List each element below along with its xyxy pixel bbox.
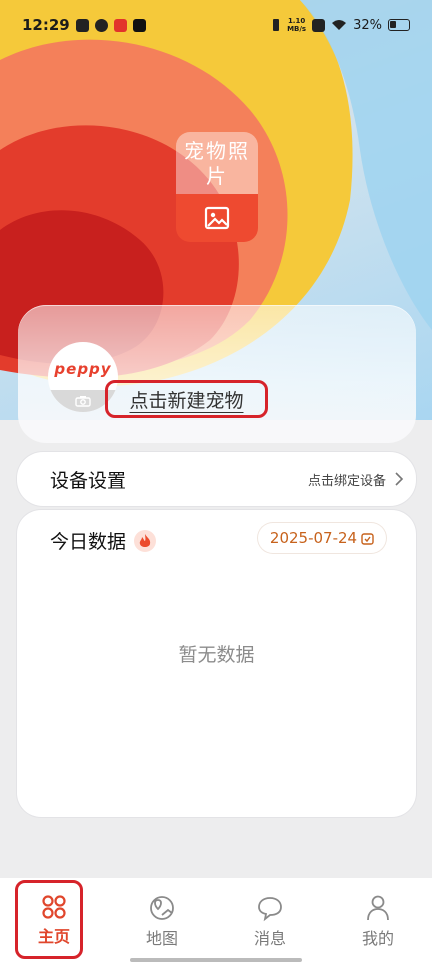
- bottom-tab-bar: 主页 地图 消息 我的: [0, 878, 432, 964]
- pet-profile-card: peppy 点击新建宠物: [18, 305, 416, 443]
- today-data-title: 今日数据: [50, 531, 127, 553]
- chat-bubble-icon: [258, 897, 282, 922]
- camera-icon: [75, 396, 91, 407]
- tiktok-icon: [132, 18, 146, 32]
- wifi-icon: [332, 20, 347, 30]
- pet-photo-upload[interactable]: 宠物照片: [176, 132, 258, 242]
- net-speed-value: 1.10: [287, 17, 306, 25]
- battery-percent: 32%: [353, 17, 382, 33]
- net-speed-unit: MB/s: [287, 25, 307, 33]
- today-data-card: 今日数据 2025-07-24 暂无数据: [17, 510, 416, 817]
- tab-map-label: 地图: [145, 929, 178, 948]
- status-time: 12:29: [22, 16, 70, 34]
- home-grid-icon: [42, 895, 66, 919]
- vibrate-icon: [273, 19, 280, 31]
- device-settings-title: 设备设置: [50, 469, 127, 492]
- image-icon: [204, 206, 230, 230]
- tab-map[interactable]: 地图: [108, 878, 216, 964]
- device-settings-row[interactable]: 设备设置 点击绑定设备: [17, 452, 416, 506]
- chevron-right-icon: [395, 472, 404, 486]
- bind-device-link[interactable]: 点击绑定设备: [308, 470, 386, 489]
- home-indicator: [130, 958, 302, 962]
- net-speed: 1.10 MB/s: [287, 17, 306, 33]
- pet-photo-button[interactable]: [176, 194, 258, 242]
- app-notification-icon: [113, 18, 127, 32]
- calendar-icon: [361, 532, 374, 545]
- empty-state-text: 暂无数据: [178, 644, 255, 666]
- fire-icon: [134, 529, 157, 552]
- leaf-icon: [94, 18, 108, 32]
- pet-photo-label: 宠物照片: [176, 132, 258, 194]
- date-picker[interactable]: 2025-07-24: [258, 523, 386, 553]
- tab-home-label: 主页: [37, 927, 70, 946]
- status-bar: 12:29 1.10 MB/s 32%: [0, 0, 432, 50]
- create-new-pet-link[interactable]: 点击新建宠物: [105, 380, 268, 418]
- tab-profile[interactable]: 我的: [324, 878, 432, 964]
- today-data-header: 今日数据: [50, 527, 157, 554]
- map-pin-icon: [150, 896, 174, 920]
- sim-off-icon: [312, 18, 326, 32]
- avatar-logo: peppy: [54, 360, 112, 378]
- date-value: 2025-07-24: [269, 529, 358, 547]
- battery-icon: [388, 19, 410, 31]
- tab-messages[interactable]: 消息: [216, 878, 324, 964]
- user-icon: [367, 895, 389, 921]
- tab-messages-label: 消息: [253, 929, 286, 948]
- mail-icon: [75, 18, 89, 32]
- tab-home[interactable]: 主页: [0, 878, 108, 964]
- tab-profile-label: 我的: [361, 929, 394, 948]
